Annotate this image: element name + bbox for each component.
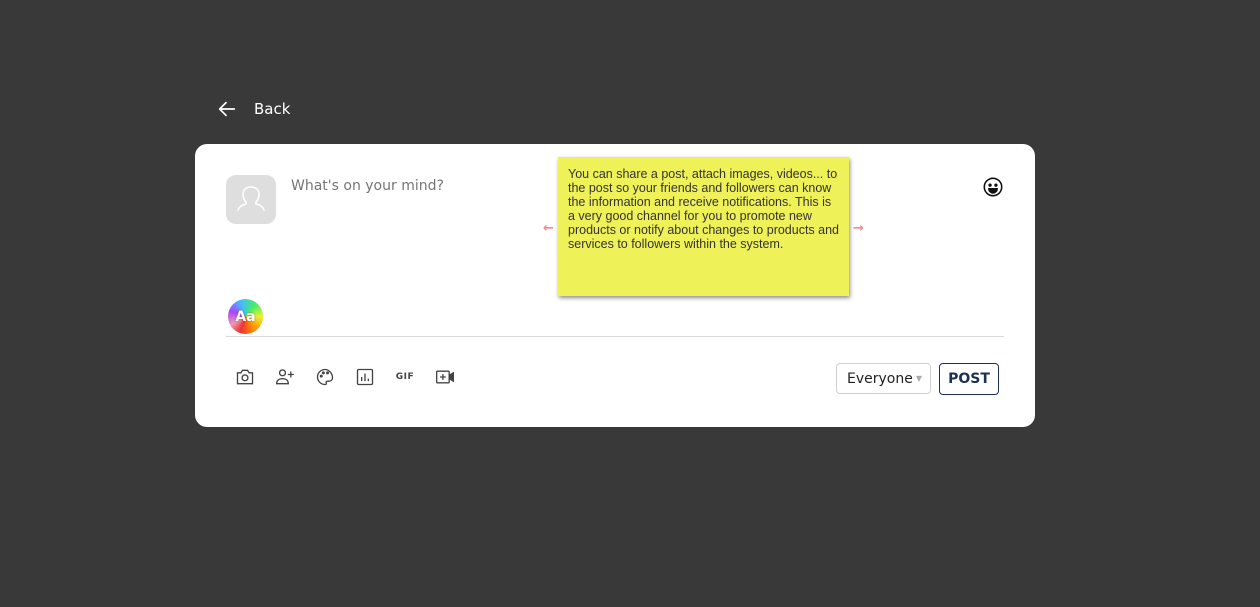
tour-next-arrow-icon[interactable]: → <box>853 221 864 236</box>
text-style-button[interactable]: Aa <box>228 299 263 334</box>
back-label: Back <box>254 100 291 118</box>
tooltip-text: You can share a post, attach images, vid… <box>568 167 840 251</box>
onboarding-tooltip: You can share a post, attach images, vid… <box>558 157 849 296</box>
camera-icon <box>236 369 254 385</box>
tag-people-icon <box>275 369 294 385</box>
tag-people-button[interactable] <box>274 366 296 388</box>
poll-icon <box>356 368 374 386</box>
post-text-input[interactable] <box>291 178 531 194</box>
back-button[interactable]: Back <box>216 98 290 120</box>
gif-icon: GIF <box>395 372 415 382</box>
add-video-button[interactable] <box>434 366 456 388</box>
post-button[interactable]: POST <box>939 363 999 395</box>
divider <box>226 336 1004 337</box>
background-color-button[interactable] <box>314 366 336 388</box>
audience-select[interactable]: Everyone ▼ <box>836 363 931 394</box>
gif-button[interactable]: GIF <box>394 366 416 388</box>
user-placeholder-icon <box>237 185 265 211</box>
chevron-down-icon: ▼ <box>915 374 922 383</box>
avatar <box>226 175 276 224</box>
attachment-toolbar: GIF <box>234 366 456 388</box>
audience-value: Everyone <box>847 370 913 387</box>
emoji-icon[interactable] <box>982 176 1004 198</box>
tour-prev-arrow-icon[interactable]: ← <box>543 221 554 236</box>
palette-icon <box>316 368 334 386</box>
add-video-icon <box>436 370 454 384</box>
arrow-left-icon <box>218 101 236 117</box>
camera-button[interactable] <box>234 366 256 388</box>
poll-button[interactable] <box>354 366 376 388</box>
